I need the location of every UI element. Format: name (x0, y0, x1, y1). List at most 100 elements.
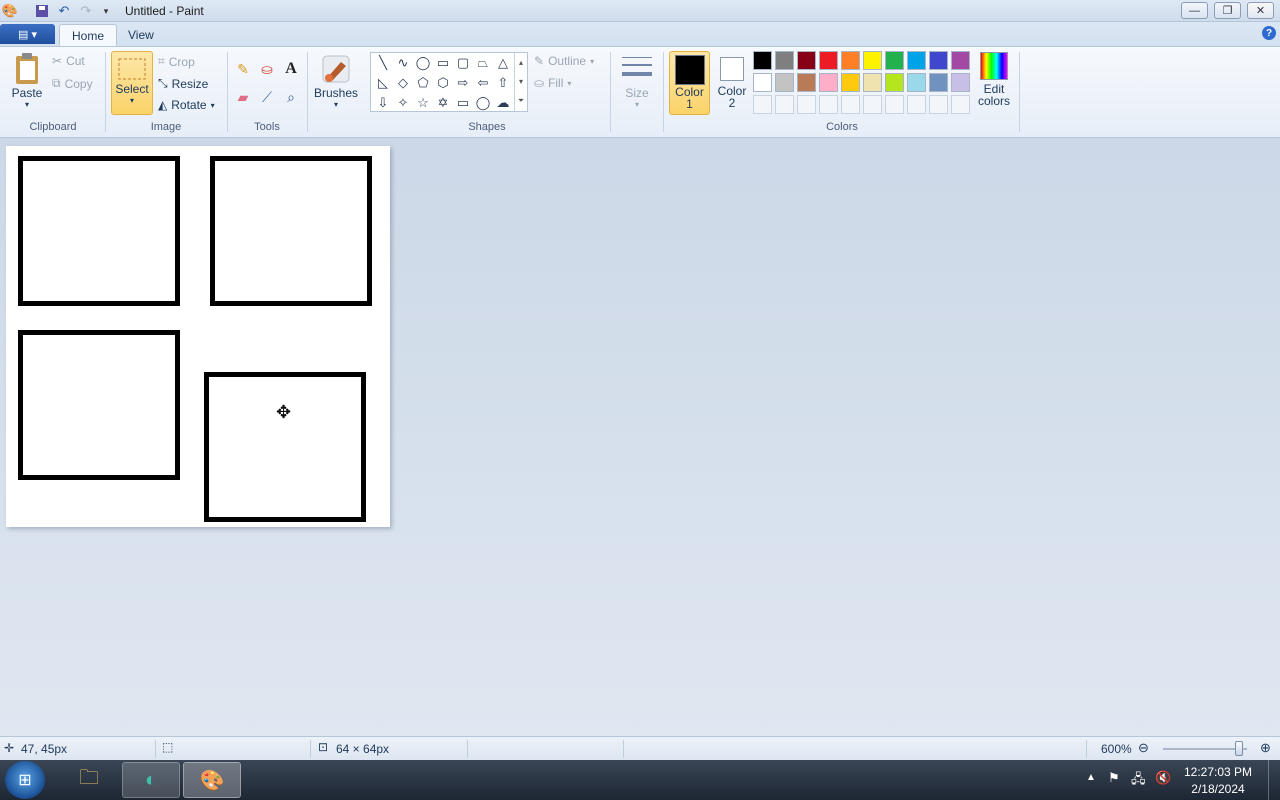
palette-swatch[interactable] (753, 73, 772, 92)
oval-shape-icon[interactable]: ◯ (413, 53, 433, 73)
select-button[interactable]: Select ▾ (111, 51, 153, 115)
palette-custom-slot[interactable] (841, 95, 860, 114)
palette-swatch[interactable] (753, 51, 772, 70)
palette-custom-slot[interactable] (775, 95, 794, 114)
palette-swatch[interactable] (951, 51, 970, 70)
color2-button[interactable]: Color 2 (712, 51, 752, 115)
paint-app-icon[interactable]: 🎨 (2, 3, 18, 19)
resize-button[interactable]: ⤡ Resize (158, 76, 208, 91)
diamond-shape-icon[interactable]: ◇ (393, 73, 413, 93)
palette-custom-slot[interactable] (753, 95, 772, 114)
palette-swatch[interactable] (907, 73, 926, 92)
edit-colors-button[interactable]: Edit colors (974, 52, 1014, 107)
customize-toolbar-icon[interactable]: ▾ (98, 3, 114, 19)
size-button[interactable]: Size ▾ (617, 52, 657, 109)
zoom-out-icon[interactable]: ⊖ (1138, 740, 1149, 756)
eraser-icon[interactable]: ▰ (233, 87, 253, 107)
fill-bucket-icon[interactable]: ⛀ (257, 59, 277, 79)
palette-custom-slot[interactable] (797, 95, 816, 114)
cut-button[interactable]: ✂ Cut (52, 54, 85, 68)
left-arrow-shape-icon[interactable]: ⇦ (473, 73, 493, 93)
palette-swatch[interactable] (775, 73, 794, 92)
file-explorer-taskbar-button[interactable]: 🗀 (60, 762, 118, 798)
palette-swatch[interactable] (775, 51, 794, 70)
up-arrow-shape-icon[interactable]: ⇧ (493, 73, 513, 93)
help-icon[interactable]: ? (1262, 26, 1276, 40)
scroll-down-icon[interactable]: ▾ (515, 72, 527, 91)
right-arrow-shape-icon[interactable]: ⇨ (453, 73, 473, 93)
tab-home[interactable]: Home (59, 24, 118, 46)
rotate-button[interactable]: ◭ Rotate ▾ (158, 98, 215, 112)
tab-view[interactable]: View (116, 24, 166, 46)
six-point-star-shape-icon[interactable]: ✡ (433, 93, 453, 113)
network-icon[interactable]: 🖧 (1131, 770, 1146, 792)
scroll-up-icon[interactable]: ▴ (515, 53, 527, 72)
color-picker-icon[interactable]: ⟋ (257, 87, 277, 107)
close-button[interactable]: ✕ (1247, 2, 1274, 19)
palette-swatch[interactable] (885, 51, 904, 70)
redo-icon[interactable]: ↷ (78, 3, 94, 19)
show-desktop-button[interactable] (1268, 760, 1280, 800)
system-clock[interactable]: 12:27:03 PM 2/18/2024 (1182, 764, 1254, 798)
drawing-canvas[interactable]: ✥ (6, 146, 390, 527)
palette-swatch[interactable] (951, 73, 970, 92)
right-triangle-shape-icon[interactable]: ◺ (373, 73, 393, 93)
palette-swatch[interactable] (797, 73, 816, 92)
shapes-scrollbar[interactable]: ▴ ▾ ⏷ (514, 53, 527, 111)
hexagon-shape-icon[interactable]: ⬡ (433, 73, 453, 93)
palette-swatch[interactable] (819, 73, 838, 92)
five-point-star-shape-icon[interactable]: ☆ (413, 93, 433, 113)
polygon-shape-icon[interactable]: ⏢ (473, 53, 493, 73)
brushes-button[interactable]: Brushes ▾ (313, 52, 359, 109)
palette-swatch[interactable] (863, 73, 882, 92)
palette-swatch[interactable] (819, 51, 838, 70)
start-button[interactable]: ⊞ (5, 761, 45, 799)
palette-custom-slot[interactable] (929, 95, 948, 114)
action-center-flag-icon[interactable]: ⚑ (1108, 770, 1120, 786)
line-shape-icon[interactable]: ╲ (373, 53, 393, 73)
palette-swatch[interactable] (863, 51, 882, 70)
palette-swatch[interactable] (885, 73, 904, 92)
palette-swatch[interactable] (841, 51, 860, 70)
restore-button[interactable]: ❐ (1214, 2, 1241, 19)
palette-swatch[interactable] (797, 51, 816, 70)
oval-callout-shape-icon[interactable]: ◯ (473, 93, 493, 113)
save-icon[interactable] (34, 3, 50, 19)
rounded-rectangle-shape-icon[interactable]: ▢ (453, 53, 473, 73)
show-hidden-icons-icon[interactable]: ▲ (1086, 772, 1096, 783)
curve-shape-icon[interactable]: ∿ (393, 53, 413, 73)
triangle-shape-icon[interactable]: △ (493, 53, 513, 73)
pencil-icon[interactable]: ✎ (233, 59, 253, 79)
magnifier-icon[interactable]: ⌕ (281, 87, 301, 107)
palette-custom-slot[interactable] (885, 95, 904, 114)
zoom-in-icon[interactable]: ⊕ (1260, 740, 1271, 756)
copy-button[interactable]: ⧉ Copy (52, 76, 93, 91)
volume-muted-icon[interactable]: 🔇 (1155, 770, 1171, 786)
rounded-callout-shape-icon[interactable]: ▭ (453, 93, 473, 113)
cloud-callout-shape-icon[interactable]: ☁ (493, 93, 513, 113)
paste-button[interactable]: Paste ▾ (10, 52, 44, 109)
crop-button[interactable]: ⌗ Crop (158, 54, 195, 69)
palette-swatch[interactable] (929, 51, 948, 70)
text-tool-icon[interactable]: A (281, 59, 301, 79)
palette-custom-slot[interactable] (863, 95, 882, 114)
palette-swatch[interactable] (907, 51, 926, 70)
outline-button[interactable]: ✎ Outline ▾ (534, 54, 594, 68)
rectangle-shape-icon[interactable]: ▭ (433, 53, 453, 73)
palette-swatch[interactable] (929, 73, 948, 92)
fill-button[interactable]: ⛀ Fill ▾ (534, 76, 571, 90)
palette-custom-slot[interactable] (819, 95, 838, 114)
pentagon-shape-icon[interactable]: ⬠ (413, 73, 433, 93)
four-point-star-shape-icon[interactable]: ✧ (393, 93, 413, 113)
palette-custom-slot[interactable] (907, 95, 926, 114)
expand-gallery-icon[interactable]: ⏷ (515, 91, 527, 110)
down-arrow-shape-icon[interactable]: ⇩ (373, 93, 393, 113)
undo-icon[interactable]: ↶ (56, 3, 72, 19)
paint-menu-button[interactable]: ▤ ▾ (0, 24, 55, 44)
color1-button[interactable]: Color 1 (669, 51, 710, 115)
palette-custom-slot[interactable] (951, 95, 970, 114)
minimize-button[interactable]: — (1181, 2, 1208, 19)
palette-swatch[interactable] (841, 73, 860, 92)
zoom-slider-thumb[interactable] (1234, 741, 1243, 756)
app-taskbar-button[interactable]: ◐ (122, 762, 180, 798)
